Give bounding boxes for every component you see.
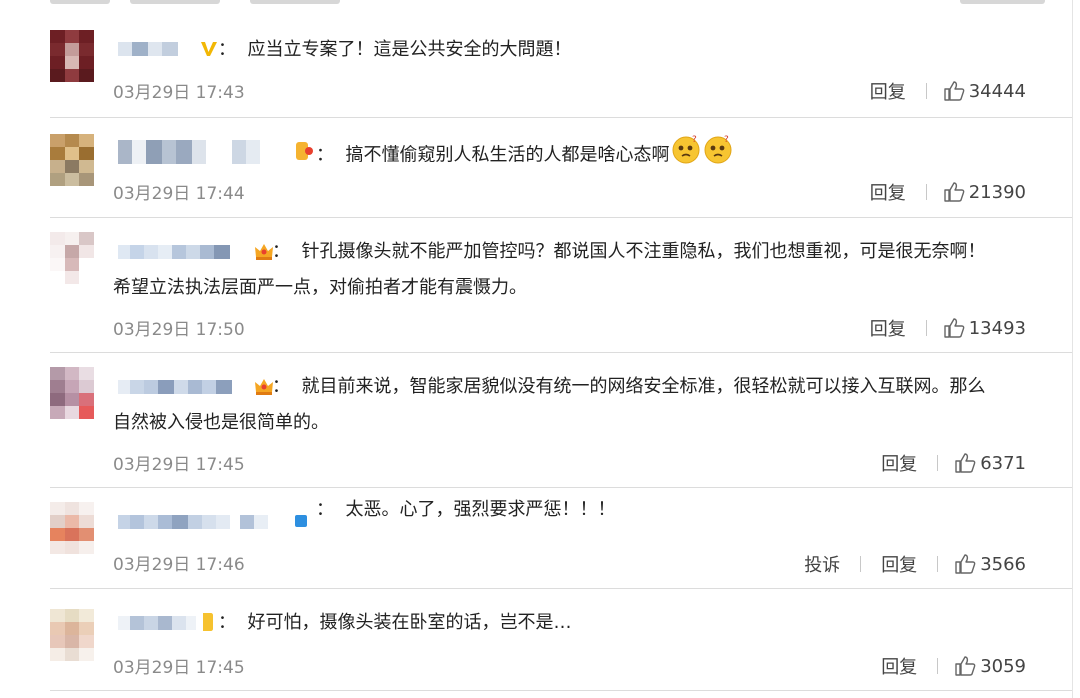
action-separator bbox=[860, 556, 862, 572]
like-count: 3566 bbox=[980, 553, 1026, 575]
like-button[interactable]: 3566 bbox=[954, 553, 1026, 575]
comment-text-line: ： 就目前来说，智能家居貌似没有统一的网络安全标准，很轻松就可以接入互联网。那么 bbox=[272, 376, 986, 397]
thumbs-up-icon bbox=[944, 182, 965, 202]
like-button[interactable]: 13493 bbox=[943, 317, 1026, 339]
timestamp: 03月29日 17:45 bbox=[113, 658, 245, 678]
reply-button[interactable]: 回复 bbox=[877, 450, 921, 476]
comment-item: ： 搞不懂偷窥别人私生活的人都是啥心态啊?? 03月29日 17:44 回复 2… bbox=[0, 118, 1072, 218]
yellow-tag-icon bbox=[196, 611, 218, 633]
username-blurred[interactable] bbox=[118, 611, 196, 635]
comment-text-line: ： 太恶。心了，强烈要求严惩！！！ bbox=[316, 499, 616, 520]
blue-square-icon bbox=[290, 510, 312, 532]
avatar[interactable] bbox=[50, 367, 94, 419]
confused-face-emoji: ? bbox=[671, 134, 701, 177]
action-separator bbox=[925, 320, 927, 336]
action-separator bbox=[925, 83, 927, 99]
comment-text-line: ： 针孔摄像头就不能严加管控吗？都说国人不注重隐私，我们也想重视，可是很无奈啊！ bbox=[272, 241, 986, 262]
like-count: 34444 bbox=[968, 80, 1026, 102]
verified-v-icon bbox=[198, 38, 220, 60]
comment-text-line: 希望立法执法层面严一点，对偷拍者才能有震慑力。 bbox=[113, 277, 527, 298]
report-button[interactable]: 投诉 bbox=[800, 551, 844, 577]
thumbs-up-icon bbox=[955, 554, 976, 574]
avatar[interactable] bbox=[50, 134, 94, 186]
comment-text: ： 应当立专案了！這是公共安全的大問題！ bbox=[218, 32, 571, 68]
username-blurred[interactable] bbox=[118, 375, 232, 399]
reply-button[interactable]: 回复 bbox=[877, 551, 921, 577]
comment-actions: 回复 13493 bbox=[866, 315, 1026, 341]
thumbs-up-icon bbox=[955, 453, 976, 473]
action-separator bbox=[925, 184, 927, 200]
like-count: 3059 bbox=[980, 655, 1026, 677]
comment-item: ： 就目前来说，智能家居貌似没有统一的网络安全标准，很轻松就可以接入互联网。那么… bbox=[0, 353, 1072, 488]
comment-text-line: ： 搞不懂偷窥别人私生活的人都是啥心态啊 bbox=[316, 144, 670, 166]
avatar[interactable] bbox=[50, 232, 94, 284]
like-button[interactable]: 3059 bbox=[954, 655, 1026, 677]
timestamp: 03月29日 17:44 bbox=[113, 184, 245, 204]
comment-text: ： 搞不懂偷窥别人私生活的人都是啥心态啊?? bbox=[316, 134, 733, 177]
comment-text: ： 针孔摄像头就不能严加管控吗？都说国人不注重隐私，我们也想重视，可是很无奈啊！ bbox=[272, 234, 985, 270]
confused-face-emoji: ? bbox=[703, 134, 733, 177]
comment-item: ： 针孔摄像头就不能严加管控吗？都说国人不注重隐私，我们也想重视，可是很无奈啊！… bbox=[0, 218, 1072, 353]
like-count: 6371 bbox=[980, 452, 1026, 474]
comment-text: 希望立法执法层面严一点，对偷拍者才能有震慑力。 bbox=[113, 270, 527, 306]
comment-text-line: ： 好可怕，摄像头装在卧室的话，岂不是… bbox=[218, 612, 572, 633]
comment-text: ： 好可怕，摄像头装在卧室的话，岂不是… bbox=[218, 605, 571, 641]
right-edge-line bbox=[1072, 0, 1073, 698]
timestamp: 03月29日 17:43 bbox=[113, 83, 245, 103]
comment-actions: 投诉 回复 3566 bbox=[800, 551, 1026, 577]
comment-actions: 回复 3059 bbox=[877, 653, 1026, 679]
comment-text: 自然被入侵也是很简单的。 bbox=[113, 405, 329, 441]
timestamp: 03月29日 17:50 bbox=[113, 320, 245, 340]
avatar[interactable] bbox=[50, 30, 94, 82]
username-blurred[interactable] bbox=[118, 510, 268, 534]
thumbs-up-icon bbox=[944, 81, 965, 101]
member-level-icon bbox=[294, 140, 316, 162]
comment-actions: 回复 34444 bbox=[866, 78, 1026, 104]
like-count: 13493 bbox=[968, 317, 1026, 339]
thumbs-up-icon bbox=[955, 656, 976, 676]
like-count: 21390 bbox=[968, 181, 1026, 203]
like-button[interactable]: 21390 bbox=[943, 181, 1026, 203]
reply-button[interactable]: 回复 bbox=[866, 179, 910, 205]
svg-text:?: ? bbox=[692, 135, 697, 145]
comment-divider bbox=[50, 690, 1072, 691]
comment-actions: 回复 6371 bbox=[877, 450, 1026, 476]
comment-item: ： 太恶。心了，强烈要求严惩！！！ 03月29日 17:46 投诉 回复 356… bbox=[0, 488, 1072, 588]
comment-actions: 回复 21390 bbox=[866, 179, 1026, 205]
comment-text-line: 自然被入侵也是很简单的。 bbox=[113, 412, 329, 433]
username-blurred[interactable] bbox=[118, 240, 230, 264]
reply-button[interactable]: 回复 bbox=[866, 315, 910, 341]
action-separator bbox=[937, 658, 939, 674]
action-separator bbox=[937, 455, 939, 471]
reply-button[interactable]: 回复 bbox=[877, 653, 921, 679]
timestamp: 03月29日 17:46 bbox=[113, 555, 245, 575]
like-button[interactable]: 6371 bbox=[954, 452, 1026, 474]
comment-text: ： 就目前来说，智能家居貌似没有统一的网络安全标准，很轻松就可以接入互联网。那么 bbox=[272, 369, 985, 405]
like-button[interactable]: 34444 bbox=[943, 80, 1026, 102]
svg-text:?: ? bbox=[724, 135, 729, 145]
action-separator bbox=[937, 556, 939, 572]
avatar[interactable] bbox=[50, 502, 94, 554]
thumbs-up-icon bbox=[944, 318, 965, 338]
timestamp: 03月29日 17:45 bbox=[113, 455, 245, 475]
avatar[interactable] bbox=[50, 609, 94, 661]
username-blurred[interactable] bbox=[118, 140, 260, 164]
username-blurred[interactable] bbox=[118, 37, 178, 61]
comment-text: ： 太恶。心了，强烈要求严惩！！！ bbox=[316, 492, 615, 528]
comment-text-line: ： 应当立专案了！這是公共安全的大問題！ bbox=[218, 39, 572, 60]
comment-item: ： 好可怕，摄像头装在卧室的话，岂不是… 03月29日 17:45 回复 305… bbox=[0, 589, 1072, 698]
reply-button[interactable]: 回复 bbox=[866, 78, 910, 104]
comment-item: ： 应当立专案了！這是公共安全的大問題！ 03月29日 17:43 回复 344… bbox=[0, 0, 1072, 120]
